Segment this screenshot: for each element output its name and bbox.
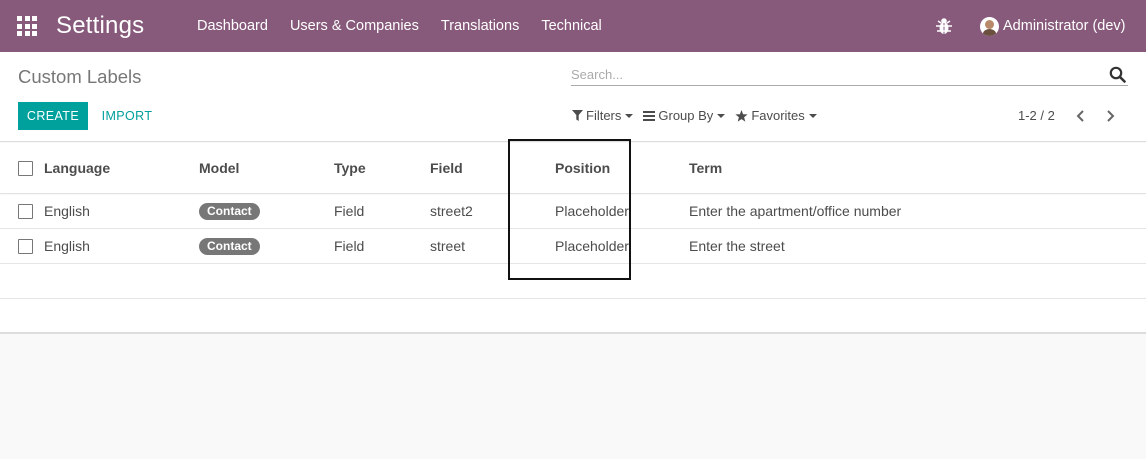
user-name: Administrator (dev) xyxy=(1003,18,1126,34)
search-bar xyxy=(571,64,1128,86)
search-icon[interactable] xyxy=(1109,66,1126,83)
filter-icon xyxy=(572,110,583,121)
menu-item-users-companies[interactable]: Users & Companies xyxy=(279,0,430,52)
cell-model: Contact xyxy=(199,228,334,264)
model-badge: Contact xyxy=(199,202,260,220)
filters-dropdown[interactable]: Filters xyxy=(572,108,634,123)
caret-down-icon xyxy=(808,113,817,118)
create-button[interactable]: CREATE xyxy=(18,102,88,130)
menu-item-translations[interactable]: Translations xyxy=(430,0,530,52)
list-view: Language Model Type Field Position Term … xyxy=(0,143,1146,334)
cell-language: English xyxy=(44,193,199,229)
row-select-cell xyxy=(0,228,44,264)
cell-position: Placeholder xyxy=(532,193,689,229)
caret-down-icon xyxy=(625,113,634,118)
row-select-cell xyxy=(0,193,44,229)
avatar xyxy=(980,16,999,36)
apps-menu-icon[interactable] xyxy=(17,16,37,36)
filters-label: Filters xyxy=(586,108,622,123)
model-badge: Contact xyxy=(199,237,260,255)
bug-icon[interactable] xyxy=(935,16,953,36)
list-icon xyxy=(643,110,656,121)
select-all-cell xyxy=(0,143,44,194)
cell-type: Field xyxy=(334,193,430,229)
cell-model: Contact xyxy=(199,193,334,229)
row-checkbox[interactable] xyxy=(18,203,33,219)
menu-item-technical[interactable]: Technical xyxy=(530,0,612,52)
favorites-dropdown[interactable]: Favorites xyxy=(735,108,817,123)
chevron-right-icon[interactable] xyxy=(1103,109,1117,123)
app-title: Settings xyxy=(56,12,145,39)
cell-type: Field xyxy=(334,228,430,264)
column-header-term[interactable]: Term xyxy=(689,143,1146,194)
select-all-checkbox[interactable] xyxy=(18,161,33,177)
search-options: Filters Group By Favorites xyxy=(572,108,827,123)
column-header-language[interactable]: Language xyxy=(44,143,199,194)
control-panel: Custom Labels CREATE IMPORT Filters Grou… xyxy=(0,52,1146,142)
empty-cell xyxy=(0,263,1146,299)
menu-item-dashboard[interactable]: Dashboard xyxy=(186,0,279,52)
favorites-label: Favorites xyxy=(751,108,805,123)
column-header-field[interactable]: Field xyxy=(430,143,532,194)
group-by-dropdown[interactable]: Group By xyxy=(643,108,726,123)
group-by-label: Group By xyxy=(658,108,714,123)
custom-labels-table: Language Model Type Field Position Term … xyxy=(0,143,1146,299)
cell-field: street xyxy=(430,228,532,264)
table-row[interactable]: English Contact Field street Placeholder… xyxy=(0,228,1146,264)
column-header-model[interactable]: Model xyxy=(199,143,334,194)
search-input[interactable] xyxy=(571,64,1101,84)
cell-field: street2 xyxy=(430,193,532,229)
cell-term: Enter the street xyxy=(689,228,1146,264)
star-icon xyxy=(735,109,748,122)
cell-language: English xyxy=(44,228,199,264)
table-header-row: Language Model Type Field Position Term xyxy=(0,143,1146,194)
empty-row xyxy=(0,263,1146,299)
breadcrumb: Custom Labels xyxy=(18,66,142,87)
column-header-position[interactable]: Position xyxy=(532,143,689,194)
column-header-type[interactable]: Type xyxy=(334,143,430,194)
caret-down-icon xyxy=(717,113,726,118)
user-menu[interactable]: Administrator (dev) xyxy=(980,0,1125,52)
chevron-left-icon[interactable] xyxy=(1074,109,1088,123)
import-button[interactable]: IMPORT xyxy=(96,102,158,130)
list-footer xyxy=(0,298,1146,334)
main-menu: Dashboard Users & Companies Translations… xyxy=(186,0,613,52)
top-navbar: Settings Dashboard Users & Companies Tra… xyxy=(0,0,1146,52)
cell-term: Enter the apartment/office number xyxy=(689,193,1146,229)
row-checkbox[interactable] xyxy=(18,238,33,254)
table-row[interactable]: English Contact Field street2 Placeholde… xyxy=(0,193,1146,229)
pager-value[interactable]: 1-2 / 2 xyxy=(1018,108,1055,123)
cell-position: Placeholder xyxy=(532,228,689,264)
